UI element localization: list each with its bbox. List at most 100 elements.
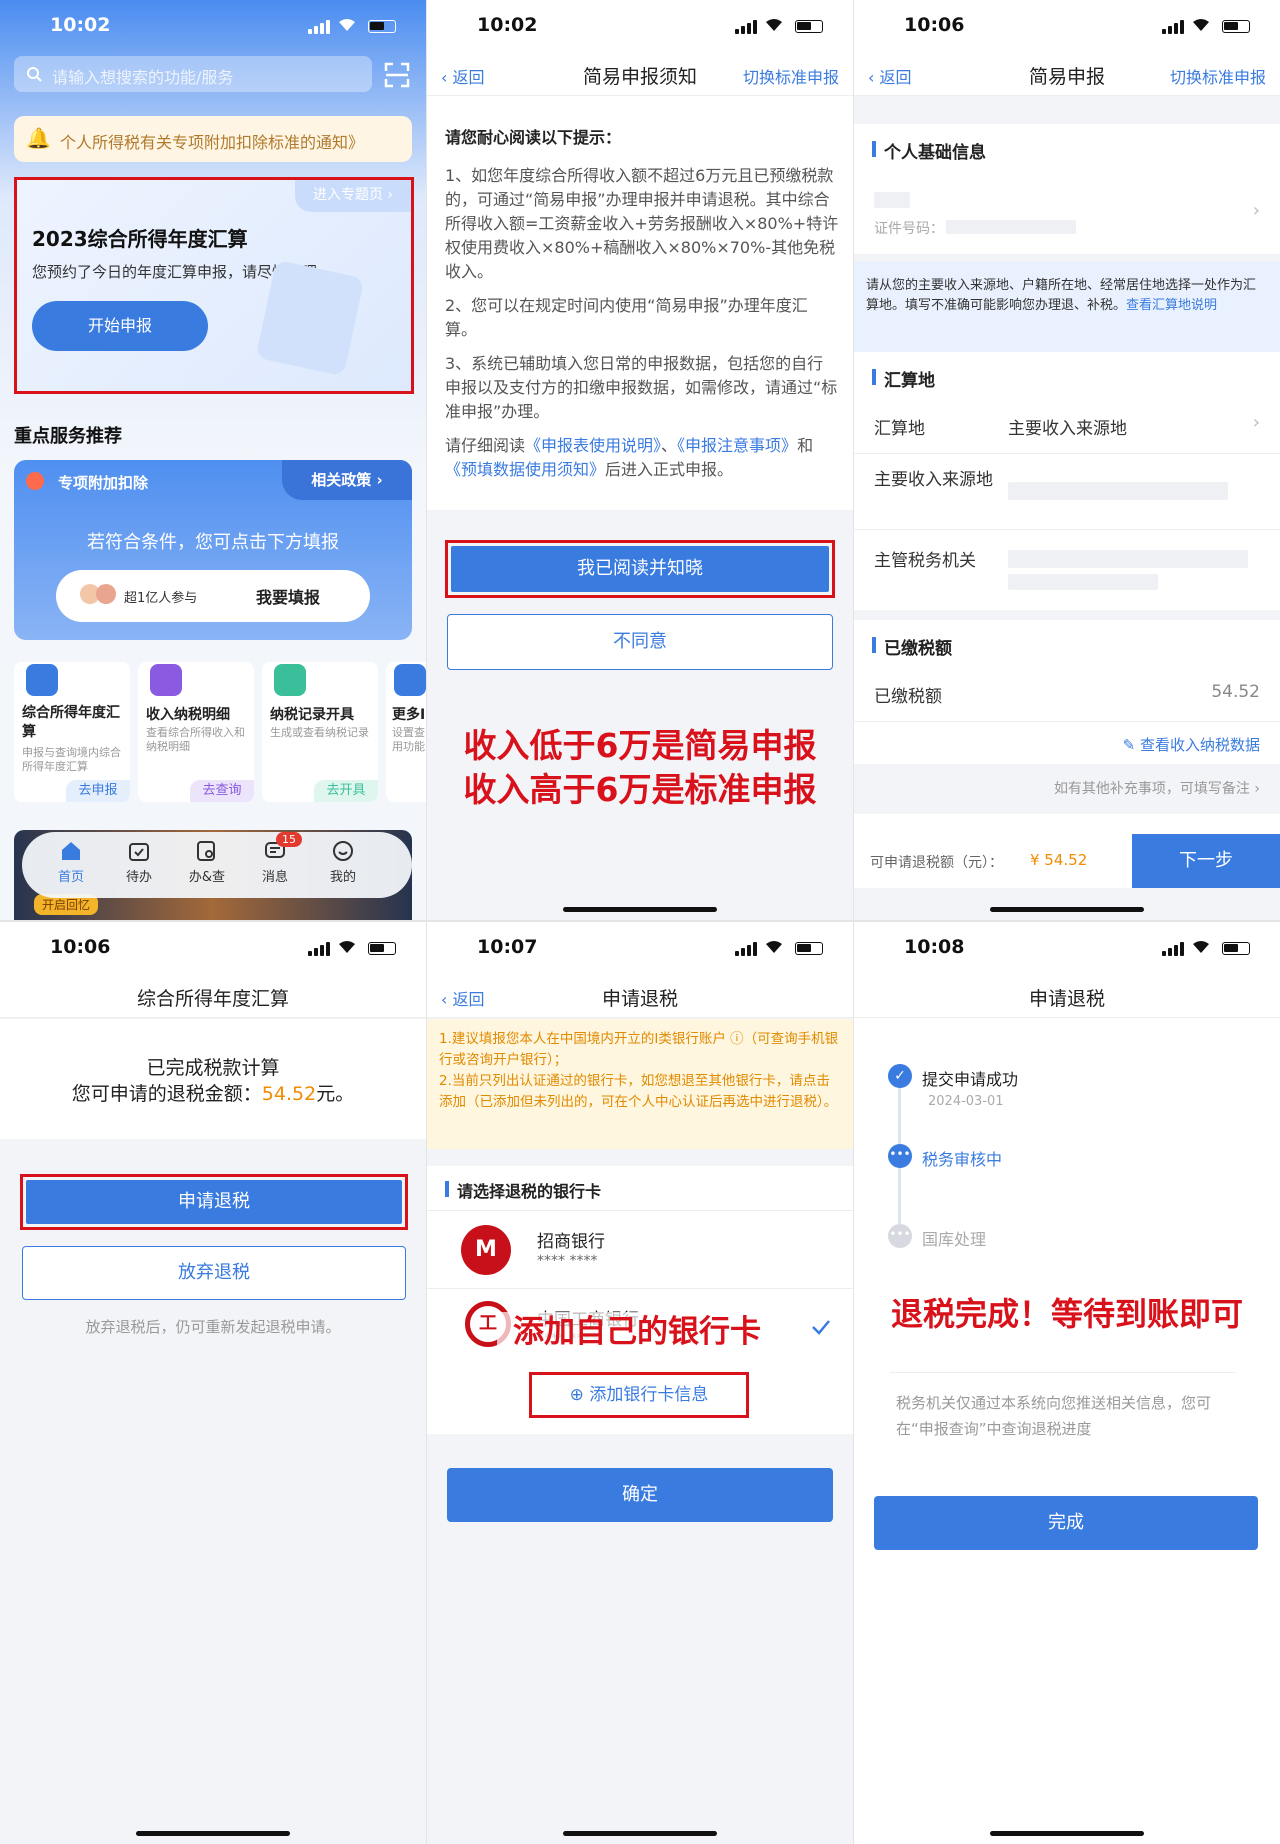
wifi-icon [1193, 19, 1209, 31]
clock: 10:06 [904, 14, 965, 36]
tab-bar: 首页 待办 办&查 消息 15 我的 [22, 832, 412, 898]
battery-icon [795, 942, 823, 955]
give-up-button[interactable]: 放弃退税 [22, 1246, 406, 1300]
phone-home: 10:02 请输入想搜索的功能/服务 🔔 个人所得税有关专项附加扣除标准的通知》… [0, 0, 426, 920]
tab-messages[interactable]: 消息 15 [246, 832, 304, 885]
topic-link[interactable]: 进入专题页 › [295, 180, 411, 212]
battery-icon [368, 942, 396, 955]
prefill-link[interactable]: 《预填数据使用须知》 [445, 460, 605, 479]
home-indicator [563, 907, 717, 912]
document-search-icon [197, 841, 215, 861]
start-declare-button[interactable]: 开始申报 [32, 301, 208, 351]
bank-card-cmb[interactable]: M 招商银行 **** **** [427, 1210, 853, 1288]
service-card[interactable]: 综合所得年度汇算 申报与查询境内综合所得年度汇算 去申报 [14, 662, 130, 802]
status-bar: 10:06 [854, 0, 1280, 52]
section-title: 已缴税额 [872, 634, 952, 659]
nav-bar: 综合所得年度汇算 [0, 974, 426, 1018]
status-bar: 10:07 [427, 922, 853, 974]
name-masked [874, 192, 910, 208]
home-indicator [136, 1831, 290, 1836]
search-input[interactable]: 请输入想搜索的功能/服务 [14, 56, 372, 92]
tab-handle-query[interactable]: 办&查 [178, 840, 236, 885]
switch-standard-link[interactable]: 切换标准申报 [1170, 64, 1266, 88]
tab-home[interactable]: 首页 [42, 840, 100, 885]
disagree-button[interactable]: 不同意 [447, 614, 833, 670]
service-card[interactable]: 纳税记录开具 生成或查看纳税记录 去开具 [262, 662, 378, 802]
status-bar: 10:02 [427, 0, 853, 52]
agree-button[interactable]: 我已阅读并知晓 [451, 546, 829, 592]
confirm-button[interactable]: 确定 [447, 1468, 833, 1522]
avatar [96, 584, 116, 604]
refund-line: 您可申请的退税金额：54.52元。 [71, 1083, 355, 1105]
clock: 10:06 [50, 936, 111, 958]
paid-row: 已缴税额 54.52 [854, 666, 1280, 722]
tab-mine[interactable]: 我的 [314, 840, 372, 885]
notice-bar[interactable]: 🔔 个人所得税有关专项附加扣除标准的通知》 [14, 116, 412, 162]
scan-icon[interactable] [384, 62, 410, 88]
annotation-text: 退税完成！等待到账即可 [890, 1295, 1243, 1333]
search-icon [27, 67, 42, 82]
status-bar: 10:08 [854, 922, 1280, 974]
agree-highlight: 我已阅读并知晓 [445, 540, 835, 598]
notes-link[interactable]: 《申报注意事项》 [677, 436, 797, 455]
phone-simple-declare: 10:06 ‹ 返回 简易申报 切换标准申报 个人基础信息 证件号码： › 请从… [854, 0, 1280, 920]
nav-bar: ‹ 返回 申请退税 [427, 974, 853, 1018]
info-box: 请从您的主要收入来源地、户籍所在地、经常居住地选择一处作为汇算地。填写不准确可能… [854, 262, 1280, 352]
annotation-text: 添加自己的银行卡 [497, 1312, 777, 1352]
next-button[interactable]: 下一步 [1132, 834, 1280, 888]
unread-badge: 15 [276, 832, 302, 847]
wallet-icon [150, 664, 182, 696]
add-bank-card-button[interactable]: ⊕ 添加银行卡信息 [529, 1372, 749, 1418]
dots-icon: ••• [888, 1144, 912, 1168]
switch-standard-link[interactable]: 切换标准申报 [743, 64, 839, 88]
clock: 10:07 [477, 936, 538, 958]
fill-button[interactable]: 我要填报 [256, 584, 320, 608]
check-circle-icon: ✓ [888, 1064, 912, 1088]
special-card: 专项附加扣除 相关政策 › 若符合条件，您可点击下方填报 超1亿人参与 我要填报 [14, 460, 412, 640]
apply-refund-button[interactable]: 申请退税 [26, 1180, 402, 1224]
place-row[interactable]: 汇算地 主要收入来源地 › [854, 398, 1280, 454]
chevron-right-icon[interactable]: › [1253, 200, 1260, 221]
calendar-icon [129, 843, 149, 861]
battery-icon [368, 20, 396, 33]
chevron-right-icon: › [1252, 412, 1260, 433]
footer-bar: 可申请退税额（元）： ¥ 54.52 下一步 [854, 834, 1280, 888]
source-row[interactable]: 主要收入来源地 [854, 454, 1280, 530]
nav-bar: 申请退税 [854, 974, 1280, 1018]
help-link[interactable]: 查看汇算地说明 [1126, 298, 1217, 313]
policy-link[interactable]: 相关政策 › [282, 460, 412, 500]
service-card[interactable]: 收入纳税明细 查看综合所得收入和纳税明细 去查询 [138, 662, 254, 802]
battery-icon [795, 20, 823, 33]
usage-link[interactable]: 《申报表使用说明》 [525, 436, 661, 455]
refund-label: 可申请退税额（元）： [870, 855, 1003, 871]
finish-button[interactable]: 完成 [874, 1496, 1258, 1550]
service-card[interactable]: 更多I 设置查用功能 [386, 662, 426, 802]
grid-icon [394, 664, 426, 696]
annual-card: 进入专题页 › 2023综合所得年度汇算 您预约了今日的年度汇算申报，请尽快办理… [14, 177, 414, 394]
tab-todo[interactable]: 待办 [110, 840, 168, 885]
people-count: 超1亿人参与 [124, 591, 198, 606]
special-label: 专项附加扣除 [58, 474, 149, 492]
clock: 10:02 [50, 14, 111, 36]
collage: 10:02 请输入想搜索的功能/服务 🔔 个人所得税有关专项附加扣除标准的通知》… [0, 0, 1280, 1844]
special-hint: 若符合条件，您可点击下方填报 [87, 532, 339, 553]
view-data-link[interactable]: ✎ 查看收入纳税数据 [1123, 734, 1260, 755]
authority-row[interactable]: 主管税务机关 [854, 530, 1280, 610]
home-icon [62, 842, 80, 860]
phone-apply-refund: 10:07 ‹ 返回 申请退税 1.建议填报您本人在中国境内开立的Ⅰ类银行账户 … [427, 922, 853, 1844]
done-text: 已完成税款计算 [146, 1057, 280, 1079]
phone-simple-notice: 10:02 ‹ 返回 简易申报须知 切换标准申报 请您耐心阅读以下提示： 1、如… [427, 0, 853, 920]
refund-amount: 54.52 [261, 1083, 317, 1105]
card-decoration [255, 259, 365, 377]
fill-pill[interactable]: 超1亿人参与 我要填报 [56, 570, 370, 622]
section-title: 汇算地 [872, 366, 935, 391]
form-icon [26, 664, 58, 696]
home-indicator [990, 1831, 1144, 1836]
remark-link[interactable]: 如有其他补充事项，可填写备注 › [854, 764, 1280, 814]
lead-text: 请您耐心阅读以下提示： [445, 128, 622, 147]
smile-icon [333, 841, 353, 861]
refund-amount: ¥ 54.52 [1030, 851, 1088, 869]
nav-bar: ‹ 返回 简易申报须知 切换标准申报 [427, 52, 853, 96]
dots-icon: ••• [888, 1224, 912, 1248]
battery-icon [1222, 942, 1250, 955]
